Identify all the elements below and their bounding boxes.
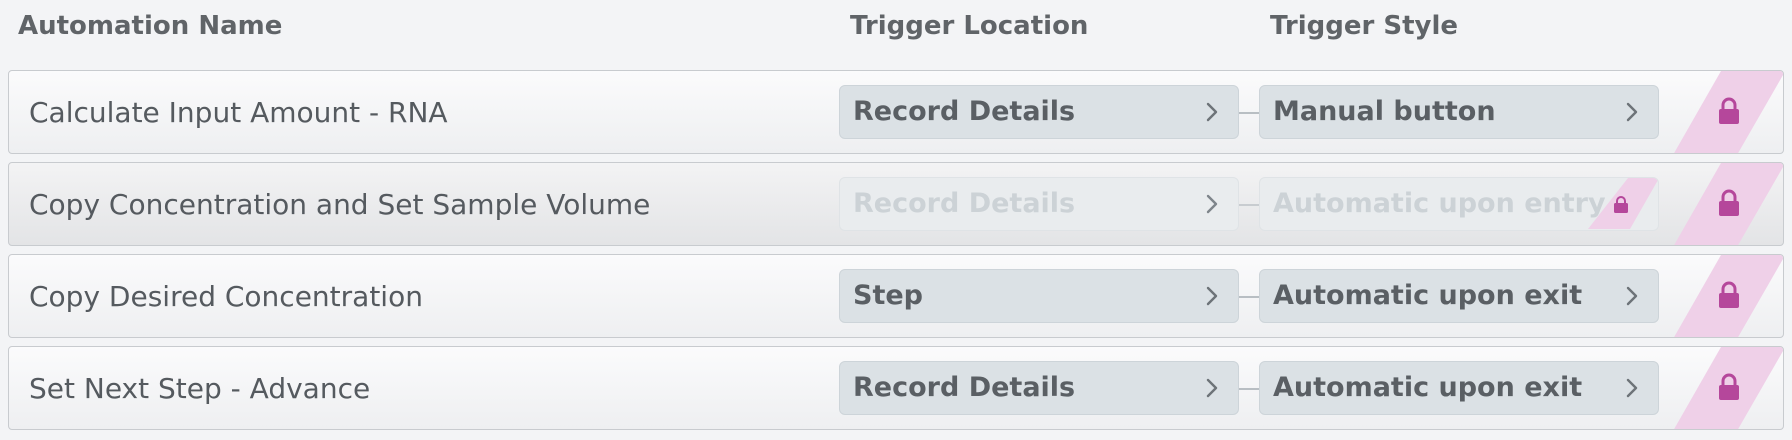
table-header: Automation Name Trigger Location Trigger…	[0, 0, 1792, 58]
trigger-location-select[interactable]: Record Details	[839, 177, 1239, 231]
trigger-style-select[interactable]: Manual button	[1259, 85, 1659, 139]
trigger-location-value: Record Details	[853, 372, 1076, 403]
automation-row[interactable]: Set Next Step - Advance Record Details A…	[8, 346, 1784, 430]
trigger-location-select[interactable]: Record Details	[839, 85, 1239, 139]
chevron-right-icon	[1206, 194, 1218, 214]
trigger-location-value: Record Details	[853, 96, 1076, 127]
automation-row[interactable]: Calculate Input Amount - RNA Record Deta…	[8, 70, 1784, 154]
chevron-right-icon	[1206, 378, 1218, 398]
automation-list: Calculate Input Amount - RNA Record Deta…	[8, 70, 1784, 438]
lock-indicator	[1673, 71, 1783, 153]
trigger-location-select[interactable]: Step	[839, 269, 1239, 323]
automation-name: Set Next Step - Advance	[29, 372, 371, 405]
trigger-style-value: Automatic upon exit	[1273, 372, 1583, 403]
trigger-style-value: Automatic upon entry	[1273, 188, 1606, 219]
automation-row[interactable]: Copy Desired Concentration Step Automati…	[8, 254, 1784, 338]
trigger-style-value: Manual button	[1273, 96, 1496, 127]
lock-icon	[1719, 373, 1739, 400]
chevron-right-icon	[1206, 286, 1218, 306]
trigger-location-value: Record Details	[853, 188, 1076, 219]
lock-indicator	[1673, 163, 1783, 245]
trigger-location-select[interactable]: Record Details	[839, 361, 1239, 415]
connector-line	[1239, 296, 1259, 298]
automation-name: Copy Desired Concentration	[29, 280, 423, 313]
trigger-style-select[interactable]: Automatic upon exit	[1259, 361, 1659, 415]
trigger-style-select[interactable]: Automatic upon exit	[1259, 269, 1659, 323]
lock-indicator	[1673, 347, 1783, 429]
chevron-right-icon	[1626, 378, 1638, 398]
lock-icon	[1614, 196, 1628, 213]
trigger-style-value: Automatic upon exit	[1273, 280, 1583, 311]
automation-row[interactable]: Copy Concentration and Set Sample Volume…	[8, 162, 1784, 246]
connector-line	[1239, 204, 1259, 206]
chevron-right-icon	[1206, 102, 1218, 122]
chevron-right-icon	[1626, 286, 1638, 306]
trigger-style-select[interactable]: Automatic upon entry	[1259, 177, 1659, 231]
chevron-right-icon	[1626, 102, 1638, 122]
automation-name: Calculate Input Amount - RNA	[29, 96, 448, 129]
lock-icon	[1719, 97, 1739, 124]
lock-indicator	[1673, 255, 1783, 337]
column-header-trigger-style: Trigger Style	[1270, 11, 1458, 41]
connector-line	[1239, 112, 1259, 114]
lock-icon	[1719, 189, 1739, 216]
column-header-trigger-location: Trigger Location	[850, 11, 1089, 41]
trigger-location-value: Step	[853, 280, 923, 311]
automation-name: Copy Concentration and Set Sample Volume	[29, 188, 651, 221]
style-lock-indicator	[1588, 178, 1658, 229]
column-header-automation-name: Automation Name	[18, 11, 283, 41]
lock-icon	[1719, 281, 1739, 308]
connector-line	[1239, 388, 1259, 390]
